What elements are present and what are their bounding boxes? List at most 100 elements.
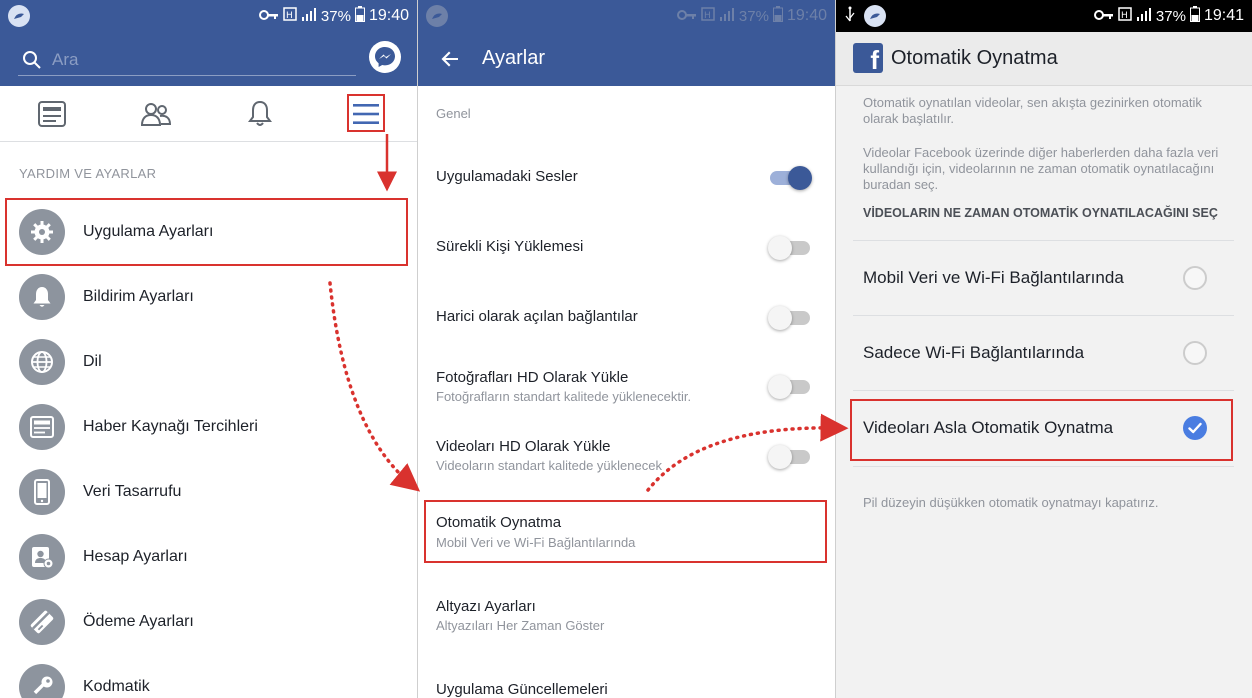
friends-icon bbox=[140, 103, 172, 126]
globe-icon bbox=[19, 339, 65, 385]
setting-title: Uygulamadaki Sesler bbox=[436, 168, 578, 185]
status-bar: H 37% 19:40 bbox=[418, 0, 835, 32]
toggle-switch[interactable] bbox=[768, 166, 812, 190]
key-icon bbox=[19, 664, 65, 698]
search-icon bbox=[23, 50, 41, 69]
option-mobile-and-wifi[interactable]: Mobil Veri ve Wi-Fi Bağlantılarında bbox=[836, 241, 1252, 315]
autoplay-highlight-box bbox=[424, 500, 827, 563]
signal-icon bbox=[1136, 7, 1152, 25]
menu-item-label: Haber Kaynağı Tercihleri bbox=[83, 418, 258, 435]
app-notification-icon bbox=[864, 5, 886, 27]
menu-item-account-settings[interactable]: Hesap Ayarları bbox=[0, 525, 417, 589]
setting-upload-photos-hd[interactable]: Fotoğrafları HD Olarak Yükle Fotoğraflar… bbox=[418, 360, 835, 420]
battery-percent: 37% bbox=[1155, 7, 1186, 25]
back-arrow-icon bbox=[441, 51, 458, 67]
setting-title: Fotoğrafları HD Olarak Yükle bbox=[436, 369, 629, 386]
battery-icon bbox=[354, 6, 365, 26]
toggle-switch[interactable] bbox=[768, 375, 812, 399]
svg-text:H: H bbox=[1121, 11, 1128, 21]
setting-subtitle: Fotoğrafların standart kalitede yüklenec… bbox=[436, 389, 692, 404]
setting-title: Harici olarak açılan bağlantılar bbox=[436, 308, 638, 325]
bell-icon bbox=[248, 100, 272, 126]
setting-app-updates[interactable]: Uygulama Güncellemeleri bbox=[418, 672, 835, 698]
app-notification-icon bbox=[426, 5, 448, 27]
setting-continuous-contacts[interactable]: Sürekli Kişi Yüklemesi bbox=[418, 220, 835, 280]
app-settings-highlight-box bbox=[5, 198, 408, 266]
key-status-icon bbox=[1093, 8, 1114, 25]
description-text: Otomatik oynatılan videolar, sen akışta … bbox=[863, 95, 1202, 126]
clock: 19:40 bbox=[786, 7, 827, 24]
menu-item-newsfeed-preferences[interactable]: Haber Kaynağı Tercihleri bbox=[0, 395, 417, 459]
signal-icon bbox=[719, 7, 735, 25]
toggle-switch[interactable] bbox=[768, 306, 812, 330]
setting-upload-videos-hd[interactable]: Videoları HD Olarak Yükle Videoların sta… bbox=[418, 430, 835, 490]
panel-menu: H 37% 19:40 Ara YARDIM VE AYARLAR Uygula… bbox=[0, 0, 418, 698]
search-placeholder: Ara bbox=[52, 49, 79, 69]
menu-item-code-generator[interactable]: Kodmatik bbox=[0, 655, 417, 698]
battery-percent: 37% bbox=[320, 7, 351, 25]
key-status-icon bbox=[676, 8, 697, 25]
setting-subtitle: Altyazıları Her Zaman Göster bbox=[436, 618, 605, 633]
app-notification-icon bbox=[8, 5, 30, 27]
setting-captions[interactable]: Altyazı Ayarları Altyazıları Her Zaman G… bbox=[418, 590, 835, 640]
tab-newsfeed[interactable] bbox=[32, 94, 72, 134]
never-autoplay-highlight-box bbox=[850, 399, 1233, 461]
phone-icon bbox=[19, 469, 65, 515]
menu-item-label: Ödeme Ayarları bbox=[83, 613, 194, 630]
status-bar: H 37% 19:40 bbox=[0, 0, 417, 32]
option-label: Sadece Wi-Fi Bağlantılarında bbox=[863, 343, 1085, 362]
radio-button[interactable] bbox=[1183, 341, 1207, 365]
question-heading: VİDEOLARIN NE ZAMAN OTOMATİK OYNATILACAĞ… bbox=[863, 206, 1218, 220]
menu-item-language[interactable]: Dil bbox=[0, 330, 417, 394]
messenger-button[interactable] bbox=[369, 41, 401, 73]
option-label: Mobil Veri ve Wi-Fi Bağlantılarında bbox=[863, 268, 1124, 287]
menu-item-data-saver[interactable]: Veri Tasarrufu bbox=[0, 460, 417, 524]
setting-title: Videoları HD Olarak Yükle bbox=[436, 438, 611, 455]
menu-item-payment-settings[interactable]: Ödeme Ayarları bbox=[0, 590, 417, 654]
facebook-logo-icon: f bbox=[853, 43, 883, 73]
panel-autoplay: H 37% 19:41 f Otomatik Oynatma Otomatik … bbox=[836, 0, 1252, 698]
setting-in-app-sounds[interactable]: Uygulamadaki Sesler bbox=[418, 150, 835, 210]
network-icon: H bbox=[701, 7, 715, 25]
tab-friends[interactable] bbox=[136, 94, 176, 134]
network-icon: H bbox=[283, 7, 297, 25]
top-bar: Ara bbox=[0, 32, 417, 86]
key-status-icon bbox=[258, 8, 279, 25]
signal-icon bbox=[301, 7, 317, 25]
section-label: Genel bbox=[436, 106, 471, 121]
svg-text:H: H bbox=[704, 11, 711, 21]
account-settings-icon bbox=[19, 534, 65, 580]
menu-item-label: Kodmatik bbox=[83, 678, 150, 695]
battery-note: Pil düzeyin düşükken otomatik oynatmayı … bbox=[863, 495, 1159, 510]
battery-percent: 37% bbox=[738, 7, 769, 25]
menu-item-label: Bildirim Ayarları bbox=[83, 288, 194, 305]
menu-item-notification-settings[interactable]: Bildirim Ayarları bbox=[0, 265, 417, 329]
menu-item-label: Hesap Ayarları bbox=[83, 548, 188, 565]
setting-subtitle: Videoların standart kalitede yüklenecek bbox=[436, 458, 662, 473]
panel-settings: H 37% 19:40 Ayarlar Genel Uygulamadaki S… bbox=[418, 0, 836, 698]
tab-notifications[interactable] bbox=[240, 94, 280, 134]
search-input[interactable]: Ara bbox=[18, 44, 356, 76]
section-label: YARDIM VE AYARLAR bbox=[19, 166, 157, 181]
radio-button[interactable] bbox=[1183, 266, 1207, 290]
toggle-switch[interactable] bbox=[768, 445, 812, 469]
divider bbox=[853, 466, 1234, 467]
newsfeed-icon bbox=[19, 404, 65, 450]
description-text: Videolar Facebook üzerinde diğer haberle… bbox=[863, 145, 1219, 192]
page-title: Otomatik Oynatma bbox=[891, 47, 1058, 69]
option-wifi-only[interactable]: Sadece Wi-Fi Bağlantılarında bbox=[836, 316, 1252, 390]
payment-icon bbox=[19, 599, 65, 645]
clock: 19:40 bbox=[368, 7, 409, 24]
setting-external-links[interactable]: Harici olarak açılan bağlantılar bbox=[418, 290, 835, 350]
page-title: Ayarlar bbox=[482, 47, 545, 69]
newsfeed-icon bbox=[38, 101, 66, 127]
toggle-switch[interactable] bbox=[768, 236, 812, 260]
back-button[interactable] bbox=[438, 47, 462, 71]
bell-icon bbox=[19, 274, 65, 320]
messenger-icon bbox=[375, 47, 395, 67]
usb-icon bbox=[844, 6, 856, 26]
svg-text:H: H bbox=[286, 11, 293, 21]
settings-header: Ayarlar bbox=[418, 32, 835, 86]
network-icon: H bbox=[1118, 7, 1132, 25]
status-bar: H 37% 19:41 bbox=[836, 0, 1252, 32]
